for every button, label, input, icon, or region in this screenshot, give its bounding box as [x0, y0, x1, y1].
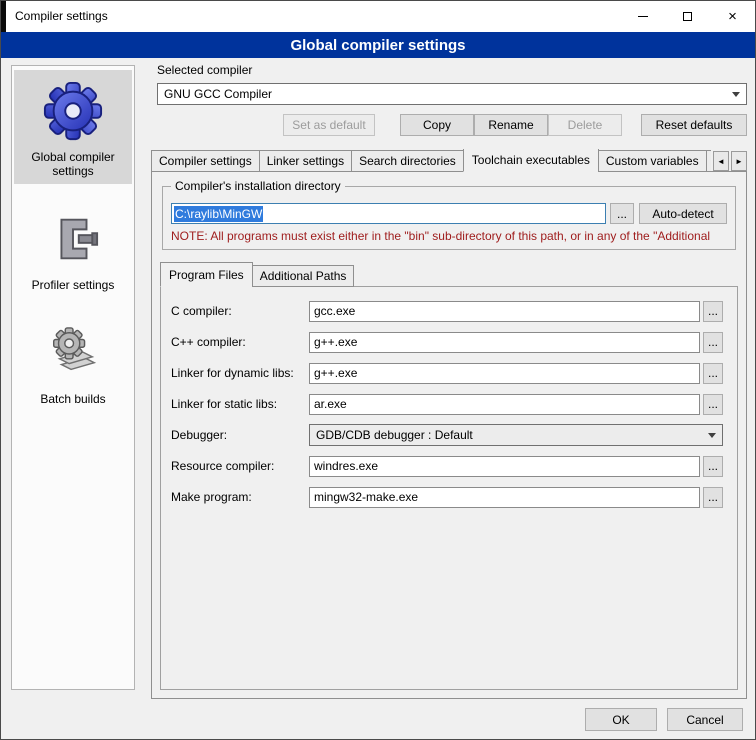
- chevron-down-icon: [708, 433, 716, 438]
- tab-additional-paths[interactable]: Additional Paths: [252, 265, 355, 287]
- tab-scroll-right-button[interactable]: ►: [731, 151, 747, 171]
- cpp-compiler-input[interactable]: [309, 332, 700, 353]
- debugger-row: Debugger: GDB/CDB debugger : Default: [171, 424, 723, 446]
- installation-directory-group-title: Compiler's installation directory: [171, 179, 345, 193]
- static-linker-browse-button[interactable]: ...: [703, 394, 723, 415]
- selected-compiler-dropdown[interactable]: GNU GCC Compiler: [157, 83, 747, 105]
- dialog-footer: OK Cancel: [585, 708, 743, 731]
- installation-directory-group: Compiler's installation directory C:\ray…: [162, 186, 736, 250]
- tab-scroll-buttons: ◄ ►: [713, 151, 747, 171]
- window-title: Compiler settings: [15, 9, 620, 23]
- c-compiler-label: C compiler:: [171, 304, 309, 318]
- compiler-button-row: Set as default Copy Rename Delete Reset …: [157, 114, 747, 136]
- resource-compiler-browse-button[interactable]: ...: [703, 456, 723, 477]
- program-files-tabbar: Program Files Additional Paths: [160, 265, 738, 287]
- tab-toolchain-executables[interactable]: Toolchain executables: [463, 149, 599, 172]
- copy-button[interactable]: Copy: [400, 114, 474, 136]
- tab-search-directories[interactable]: Search directories: [351, 150, 464, 172]
- dynamic-linker-input[interactable]: [309, 363, 700, 384]
- page-title: Global compiler settings: [1, 32, 755, 58]
- dynamic-linker-row: Linker for dynamic libs: ...: [171, 362, 723, 384]
- cpp-compiler-browse-button[interactable]: ...: [703, 332, 723, 353]
- rename-button[interactable]: Rename: [474, 114, 548, 136]
- reset-defaults-button[interactable]: Reset defaults: [641, 114, 747, 136]
- bin-subdirectory-note: NOTE: All programs must exist either in …: [171, 229, 727, 243]
- static-linker-input[interactable]: [309, 394, 700, 415]
- gear-icon: [42, 78, 104, 144]
- static-linker-row: Linker for static libs: ...: [171, 393, 723, 415]
- maximize-button[interactable]: [665, 1, 710, 32]
- auto-detect-button[interactable]: Auto-detect: [639, 203, 727, 224]
- cpp-compiler-label: C++ compiler:: [171, 335, 309, 349]
- title-bar: Compiler settings ×: [1, 1, 755, 32]
- settings-sidebar: Global compiler settings Profiler settin…: [11, 65, 135, 690]
- debugger-label: Debugger:: [171, 428, 309, 442]
- sidebar-item-batch-builds[interactable]: Batch builds: [14, 312, 132, 412]
- chevron-down-icon: [732, 92, 740, 97]
- resource-compiler-input[interactable]: [309, 456, 700, 477]
- app-icon: [1, 1, 6, 32]
- tab-scroll-left-button[interactable]: ◄: [713, 151, 729, 171]
- minimize-button[interactable]: [620, 1, 665, 32]
- toolchain-executables-panel: Compiler's installation directory C:\ray…: [151, 171, 747, 699]
- batch-builds-icon: [46, 320, 100, 386]
- static-linker-label: Linker for static libs:: [171, 397, 309, 411]
- dynamic-linker-label: Linker for dynamic libs:: [171, 366, 309, 380]
- sidebar-item-global-compiler-settings[interactable]: Global compiler settings: [14, 70, 132, 184]
- c-compiler-input[interactable]: [309, 301, 700, 322]
- resource-compiler-row: Resource compiler: ...: [171, 455, 723, 477]
- close-button[interactable]: ×: [710, 1, 755, 32]
- minimize-icon: [638, 16, 648, 17]
- sidebar-item-label: Batch builds: [40, 392, 105, 406]
- tab-linker-settings[interactable]: Linker settings: [259, 150, 352, 172]
- maximize-icon: [683, 12, 692, 21]
- resource-compiler-label: Resource compiler:: [171, 459, 309, 473]
- tab-build-options[interactable]: Buil: [706, 150, 711, 172]
- main-panel: Selected compiler GNU GCC Compiler Set a…: [151, 63, 747, 699]
- compiler-settings-dialog: Compiler settings × Global compiler sett…: [0, 0, 756, 740]
- tab-compiler-settings[interactable]: Compiler settings: [151, 150, 260, 172]
- browse-directory-button[interactable]: ...: [610, 203, 634, 224]
- tab-program-files[interactable]: Program Files: [160, 262, 253, 287]
- close-icon: ×: [728, 9, 737, 24]
- sidebar-item-label: Global compiler settings: [18, 150, 128, 178]
- debugger-value: GDB/CDB debugger : Default: [316, 428, 708, 442]
- installation-directory-value: C:\raylib\MinGW: [174, 206, 263, 222]
- ok-button[interactable]: OK: [585, 708, 657, 731]
- sidebar-item-label: Profiler settings: [32, 278, 115, 292]
- make-program-row: Make program: ...: [171, 486, 723, 508]
- installation-directory-row: C:\raylib\MinGW ... Auto-detect: [171, 203, 727, 224]
- debugger-dropdown[interactable]: GDB/CDB debugger : Default: [309, 424, 723, 446]
- cancel-button[interactable]: Cancel: [667, 708, 743, 731]
- profiler-icon: [46, 206, 100, 272]
- make-program-label: Make program:: [171, 490, 309, 504]
- settings-tabs: Compiler settings Linker settings Search…: [151, 149, 711, 172]
- c-compiler-browse-button[interactable]: ...: [703, 301, 723, 322]
- tab-custom-variables[interactable]: Custom variables: [598, 150, 707, 172]
- delete-button[interactable]: Delete: [548, 114, 622, 136]
- make-program-browse-button[interactable]: ...: [703, 487, 723, 508]
- sidebar-item-profiler-settings[interactable]: Profiler settings: [14, 198, 132, 298]
- cpp-compiler-row: C++ compiler: ...: [171, 331, 723, 353]
- program-files-panel: C compiler: ... C++ compiler: ... Linker…: [160, 286, 738, 690]
- c-compiler-row: C compiler: ...: [171, 300, 723, 322]
- dynamic-linker-browse-button[interactable]: ...: [703, 363, 723, 384]
- selected-compiler-value: GNU GCC Compiler: [164, 87, 732, 101]
- selected-compiler-label: Selected compiler: [157, 63, 747, 77]
- make-program-input[interactable]: [309, 487, 700, 508]
- settings-tabbar: Compiler settings Linker settings Search…: [151, 149, 747, 172]
- set-as-default-button[interactable]: Set as default: [283, 114, 375, 136]
- installation-directory-input[interactable]: C:\raylib\MinGW: [171, 203, 606, 224]
